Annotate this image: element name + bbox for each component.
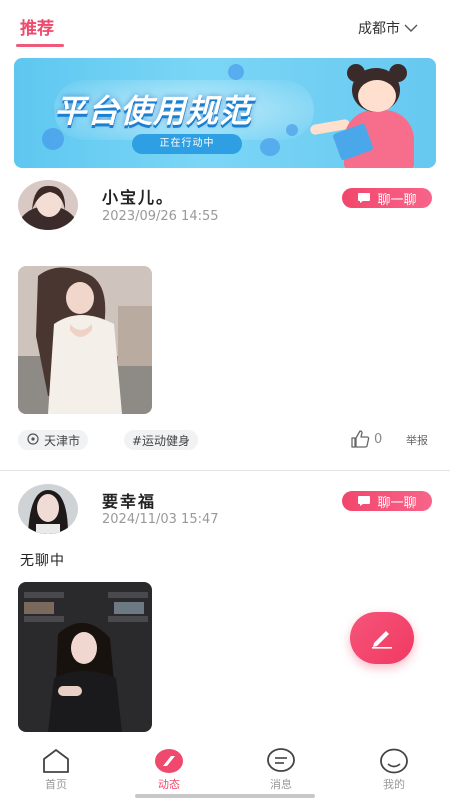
nav-label: 动态 [158, 778, 180, 791]
smile-icon [380, 748, 408, 774]
topic-tag[interactable]: #运动健身 [124, 430, 199, 450]
chat-button[interactable]: 聊一聊 [342, 188, 432, 208]
banner-subtitle: 正在行动中 [132, 134, 242, 154]
chat-button-label: 聊一聊 [377, 192, 417, 208]
bubble-decoration [228, 64, 244, 80]
avatar[interactable] [18, 180, 78, 230]
promo-banner[interactable]: 平台使用规范 正在行动中 [14, 58, 436, 168]
nav-label: 首页 [45, 778, 67, 791]
nav-item-home[interactable]: 首页 [26, 748, 86, 792]
compose-button[interactable] [350, 612, 414, 664]
bottom-nav: 首页 动态 消息 我的 [0, 740, 450, 800]
location-tag-label: 天津市 [44, 433, 81, 448]
post-time: 2024/11/03 15:47 [102, 512, 219, 527]
post-text: 无聊中 [20, 553, 65, 569]
username[interactable]: 要幸福 [102, 488, 156, 512]
pencil-icon [372, 631, 392, 649]
nav-item-feed[interactable]: 动态 [139, 748, 199, 792]
post-divider [0, 470, 450, 471]
tab-active-indicator [16, 44, 64, 47]
top-bar: 推荐 成都市 [0, 0, 450, 56]
nav-item-profile[interactable]: 我的 [364, 748, 424, 792]
home-icon [43, 749, 69, 773]
bubble-decoration [260, 138, 280, 156]
topic-tag-label: #运动健身 [132, 433, 191, 448]
location-pin-icon [27, 433, 39, 445]
post-image[interactable] [18, 582, 152, 732]
chevron-down-icon [404, 24, 418, 32]
tab-recommend[interactable]: 推荐 [20, 14, 54, 39]
location-tag[interactable]: 天津市 [18, 430, 89, 450]
nav-item-messages[interactable]: 消息 [251, 748, 311, 792]
city-label: 成都市 [358, 21, 400, 37]
bubble-decoration [286, 124, 298, 136]
like-button[interactable]: 0 [350, 430, 382, 448]
banner-title: 平台使用规范 [54, 92, 253, 130]
chat-bubble-icon [358, 193, 371, 203]
report-link[interactable]: 举报 [406, 432, 428, 448]
nav-label: 消息 [270, 778, 292, 791]
chat-button-label: 聊一聊 [377, 495, 417, 511]
post-time: 2023/09/26 14:55 [102, 209, 219, 224]
nav-label: 我的 [383, 778, 405, 791]
city-selector[interactable]: 成都市 [358, 18, 418, 38]
home-indicator [135, 794, 315, 798]
chat-button[interactable]: 聊一聊 [342, 491, 432, 511]
avatar[interactable] [18, 484, 78, 534]
username[interactable]: 小宝儿。 [102, 184, 174, 208]
post-image[interactable] [18, 266, 152, 414]
compass-icon [155, 749, 183, 773]
message-icon [267, 748, 295, 772]
chat-bubble-icon [358, 496, 371, 506]
thumbs-up-icon [351, 430, 370, 448]
like-count: 0 [374, 431, 383, 447]
mascot-face [358, 80, 396, 112]
